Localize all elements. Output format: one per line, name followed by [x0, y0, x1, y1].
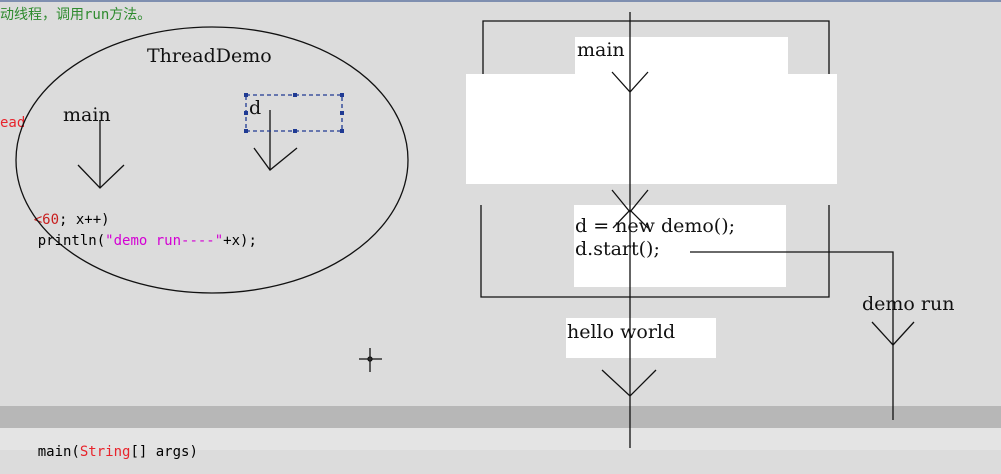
output-hello-world: hello world: [567, 321, 676, 343]
stmt-start: d.start();: [575, 238, 660, 260]
output-demo-run: demo run: [862, 293, 955, 315]
crosshair-cursor-icon: [359, 348, 382, 372]
main-label-right: main: [577, 39, 625, 61]
line-art-layer: [15, 12, 915, 448]
object-d-label: d: [249, 97, 262, 119]
main-arrowhead-4: [601, 369, 657, 397]
main-arrow-left: [77, 120, 125, 189]
main-label-left: main: [63, 104, 111, 126]
stmt-new-demo: d = new demo();: [575, 215, 736, 237]
diagram-canvas: 动线程，调用run方法。 ead <60; x++) println("demo…: [0, 0, 1001, 459]
branch-line: [690, 251, 894, 420]
object-d-arrow: [253, 110, 298, 171]
ellipse-title: ThreadDemo: [147, 45, 272, 67]
